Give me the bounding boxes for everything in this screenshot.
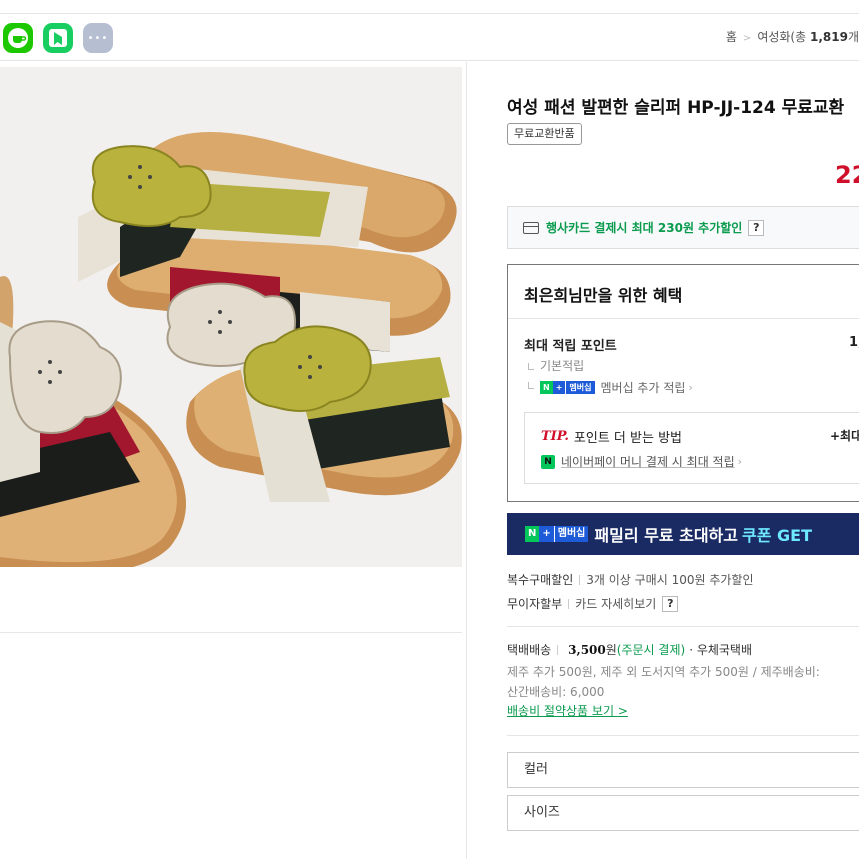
shipping-fee-unit: 원 [605, 643, 617, 657]
blog-icon [49, 29, 67, 47]
product-title: 여성 패션 발편한 슬리퍼 HP-JJ-124 무료교환 [507, 98, 845, 118]
product-image-pane [0, 62, 467, 859]
size-option-select[interactable]: 사이즈 [507, 795, 859, 831]
more-share-button[interactable]: ••• [83, 23, 113, 53]
section-divider [507, 735, 859, 736]
tip-title: 포인트 더 받는 방법 [573, 431, 682, 446]
basic-points-label: 기본적립 [540, 359, 585, 373]
naver-plus-membership-badge: N + 멤버십 [540, 381, 595, 394]
product-price: 22 [835, 161, 859, 189]
membership-points-label: 멤버십 추가 적립 [600, 381, 686, 395]
blog-share-button[interactable] [43, 23, 73, 53]
benefit-panel: 최은희님만을 위한 혜택 최대 적립 포인트 1, 기본적립 N+멤버십 멤버십… [507, 264, 859, 502]
vertical-divider [557, 644, 559, 655]
max-points-value: 1, [849, 335, 859, 350]
credit-card-icon [523, 221, 539, 234]
chevron-right-icon: › [688, 381, 693, 394]
tree-elbow-icon [528, 382, 534, 389]
shipping-save-link-label: 배송비 절약상품 보기 [507, 704, 614, 718]
shipping-label: 택배배송 [507, 643, 552, 657]
benefit-divider [508, 318, 859, 319]
breadcrumb-category[interactable]: 여성화(총 [757, 30, 810, 44]
shipping-mountain-fee: 산간배송비: 6,000 [507, 685, 605, 699]
tree-elbow-icon [528, 363, 534, 370]
shipping-row: 택배배송 3,500 원 (주문시 결제) · 우체국택배 [507, 641, 752, 658]
breadcrumb-count-tail: 개 [847, 30, 859, 44]
membership-points-row[interactable]: N + 멤버십 멤버십 추가 적립 › [528, 379, 693, 396]
breadcrumb-separator: > [742, 33, 752, 44]
benefit-title: 최은희님만을 위한 혜택 [524, 286, 683, 305]
shipping-save-link[interactable]: 배송비 절약상품 보기 > [507, 702, 628, 719]
product-info-pane: 여성 패션 발편한 슬리퍼 HP-JJ-124 무료교환 무료교환반품 22 행… [467, 62, 859, 859]
header-bar: ••• 홈 > 여성화(총 1,819개 [0, 14, 859, 61]
naver-plus-membership-badge: N + 멤버십 [525, 526, 589, 542]
sandals-illustration [0, 67, 462, 567]
chevron-right-icon: › [737, 455, 743, 468]
banner-accent-text: 쿠폰 GET [742, 526, 812, 545]
tip-heading: TIP. 포인트 더 받는 방법 [541, 427, 682, 446]
card-detail-link[interactable]: 카드 자세히보기 [575, 595, 656, 612]
free-return-tag: 무료교환반품 [507, 123, 582, 145]
more-icon: ••• [87, 32, 109, 44]
talk-share-button[interactable] [3, 23, 33, 53]
image-bottom-divider [0, 632, 462, 633]
naverpay-money-link[interactable]: 네이버페이 머니 결제 시 최대 적립 [561, 453, 735, 470]
product-photo[interactable] [0, 67, 462, 567]
shipping-extra-fee: 제주 추가 500원, 제주 외 도서지역 추가 500원 / 제주배송비: [507, 665, 820, 679]
breadcrumb-count: 1,819 [809, 30, 848, 44]
card-discount-help-button[interactable]: ? [748, 219, 765, 236]
card-discount-text: 행사카드 결제시 최대 230원 추가할인 [546, 221, 743, 235]
color-option-select[interactable]: 컬러 [507, 752, 859, 788]
card-discount-box[interactable]: 행사카드 결제시 최대 230원 추가할인 ? [507, 206, 859, 249]
vertical-divider [568, 598, 570, 609]
breadcrumb: 홈 > 여성화(총 1,819개 [726, 28, 859, 45]
tip-box: TIP. 포인트 더 받는 방법 +최대 N 네이버페이 머니 결제 시 최대 … [524, 412, 859, 484]
multi-buy-row: 복수구매할인 3개 이상 구매시 100원 추가할인 [507, 571, 754, 588]
naverpay-icon: N [541, 454, 555, 469]
installment-label: 무이자할부 [507, 597, 563, 611]
shipping-method: (주문시 결제) [616, 643, 686, 657]
vertical-divider [579, 574, 581, 585]
tip-label: TIP. [541, 429, 569, 444]
tip-max-value: +최대 [830, 429, 859, 443]
naverpay-money-row[interactable]: N 네이버페이 머니 결제 시 최대 적립 › [541, 453, 742, 470]
banner-text: 패밀리 무료 초대하고 [594, 526, 738, 545]
installment-help-button[interactable]: ? [662, 595, 679, 612]
family-invite-banner[interactable]: N + 멤버십 패밀리 무료 초대하고 쿠폰 GET [507, 513, 859, 555]
basic-points-row: 기본적립 [528, 357, 584, 374]
shipping-carrier: · 우체국택배 [689, 643, 753, 657]
section-divider [507, 626, 859, 627]
multi-buy-value: 3개 이상 구매시 100원 추가할인 [586, 573, 754, 587]
breadcrumb-home[interactable]: 홈 [726, 30, 737, 44]
shipping-fee: 3,500 [568, 642, 606, 657]
max-points-label: 최대 적립 포인트 [524, 339, 617, 354]
multi-buy-label: 복수구매할인 [507, 573, 574, 587]
installment-row: 무이자할부 카드 자세히보기? [507, 595, 679, 612]
chevron-right-icon: > [617, 704, 628, 718]
talk-icon [8, 28, 28, 48]
